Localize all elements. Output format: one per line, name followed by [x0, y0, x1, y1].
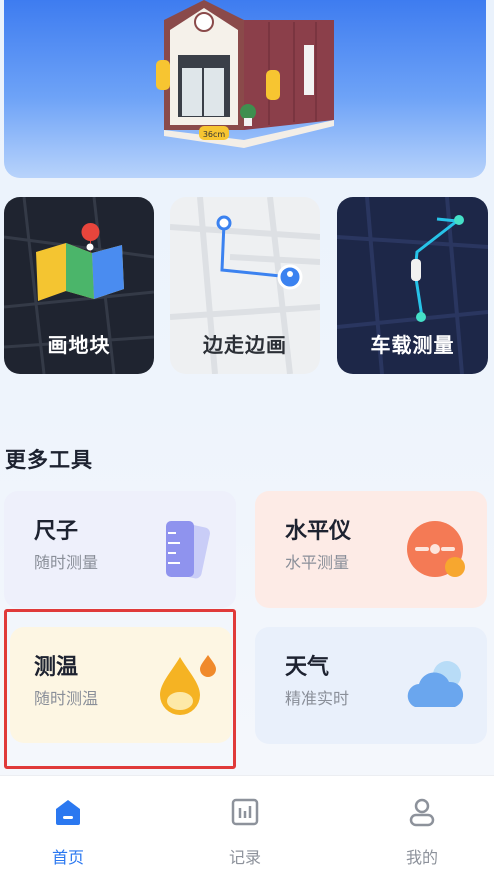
hero-banner[interactable]: 36cm — [4, 0, 486, 178]
feature-draw-plot[interactable]: 画地块 — [4, 197, 154, 374]
profile-icon — [409, 798, 435, 827]
nav-item-records[interactable]: 记录 — [185, 776, 305, 871]
feature-walk-draw[interactable]: 边走边画 — [170, 197, 320, 374]
tool-desc: 随时测量 — [34, 553, 99, 572]
records-icon — [231, 798, 259, 826]
nav-label: 记录 — [228, 848, 261, 867]
tool-name: 水平仪 — [285, 519, 352, 544]
section-title: 更多工具 — [5, 448, 93, 472]
nav-item-home[interactable]: 首页 — [8, 776, 128, 871]
tool-name: 天气 — [285, 655, 330, 680]
cloud-icon — [407, 661, 464, 707]
feature-label: 画地块 — [47, 333, 111, 357]
tool-weather[interactable]: 天气 精准实时 — [255, 627, 487, 744]
house-illustration: 36cm — [156, 0, 334, 148]
tool-desc: 水平测量 — [285, 553, 350, 572]
feature-car-measure[interactable]: 车载测量 — [337, 197, 488, 374]
nav-label: 首页 — [51, 848, 84, 867]
feature-label: 车载测量 — [370, 333, 455, 357]
tool-name: 尺子 — [34, 519, 79, 544]
dimension-tag: 36cm — [203, 130, 226, 139]
tool-ruler[interactable]: 尺子 随时测量 — [4, 491, 236, 608]
selection-highlight — [4, 609, 236, 769]
nav-item-mine[interactable]: 我的 — [362, 776, 482, 871]
spirit-level-icon — [407, 521, 465, 577]
feature-label: 边走边画 — [203, 333, 287, 357]
bottom-nav: 首页 记录 我的 — [0, 775, 494, 871]
nav-label: 我的 — [405, 848, 438, 867]
home-icon — [56, 800, 80, 825]
tool-desc: 精准实时 — [285, 689, 350, 708]
ruler-icon — [166, 521, 210, 579]
tool-level[interactable]: 水平仪 水平测量 — [255, 491, 487, 608]
